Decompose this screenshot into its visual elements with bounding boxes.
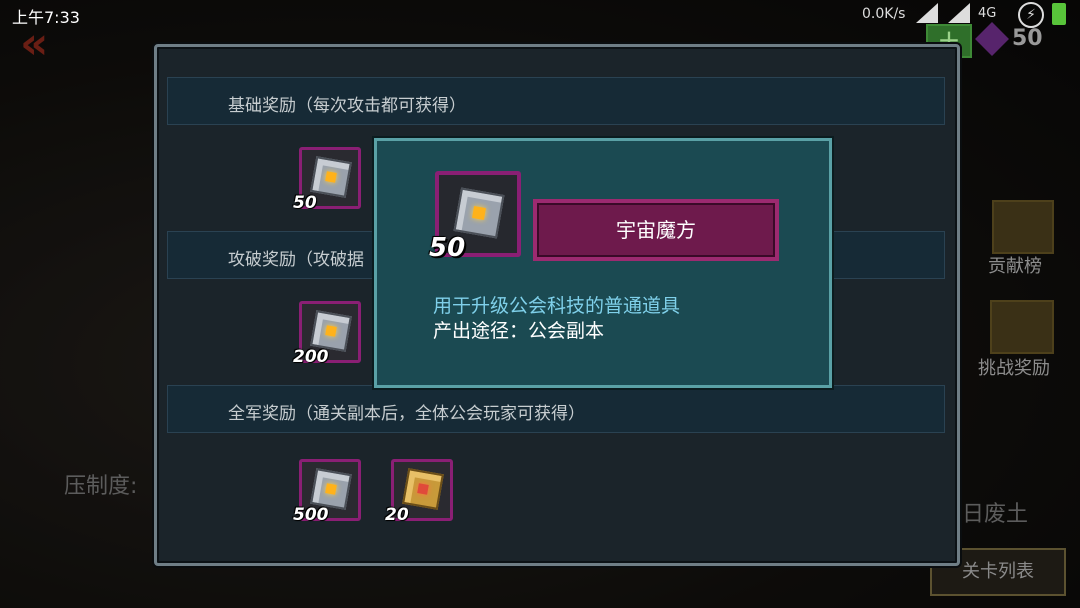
reward-item-cosmic-cube[interactable]: 50 — [293, 147, 361, 213]
status-bar: 上午7:33 0.0K/s 4G ⚡ — [0, 0, 1080, 30]
section-army-reward: 全军奖励（通关副本后，全体公会玩家可获得） — [167, 385, 945, 433]
reward-item-cosmic-cube[interactable]: 500 — [293, 459, 361, 525]
battery-icon — [1052, 3, 1066, 25]
cosmic-cube-icon — [310, 310, 352, 352]
reward-count: 50 — [293, 193, 317, 213]
reward-item-cosmic-cube[interactable]: 200 — [293, 301, 361, 367]
network-speed: 0.0K/s — [862, 6, 906, 22]
gold-cube-icon — [402, 468, 444, 510]
leaderboard-label[interactable]: 贡献榜 — [988, 252, 1042, 278]
item-description: 用于升级公会科技的普通道具 — [433, 295, 681, 317]
leaderboard-icon[interactable] — [992, 200, 1054, 254]
item-name: 宇宙魔方 — [616, 218, 696, 242]
cell-signal-icon — [948, 3, 970, 23]
back-arrow-icon[interactable]: « — [20, 18, 49, 69]
popup-item-count: 50 — [429, 233, 466, 263]
reward-count: 200 — [293, 347, 329, 367]
reward-count: 20 — [385, 505, 409, 525]
reward-count: 500 — [293, 505, 329, 525]
treasure-chest-icon[interactable] — [990, 300, 1054, 354]
challenge-reward-label[interactable]: 挑战奖励 — [978, 354, 1050, 380]
item-source: 产出途径：公会副本 — [433, 320, 605, 342]
reward-item-gold-cube[interactable]: 20 — [385, 459, 453, 525]
wasteland-label: 日废土 — [962, 502, 1029, 527]
section-title: 全军奖励（通关副本后，全体公会玩家可获得） — [228, 404, 585, 424]
wifi-signal-icon — [916, 3, 938, 23]
item-name-plate: 宇宙魔方 — [533, 199, 779, 261]
cosmic-cube-icon — [310, 156, 352, 198]
item-detail-popup[interactable]: 50 宇宙魔方 用于升级公会科技的普通道具 产出途径：公会副本 — [374, 138, 832, 388]
cosmic-cube-icon — [310, 468, 352, 510]
section-title: 攻破奖励（攻破据 — [228, 250, 364, 270]
charging-icon: ⚡ — [1018, 2, 1044, 28]
cosmic-cube-icon — [453, 187, 505, 239]
gem-count: 50 — [1012, 26, 1043, 51]
network-type: 4G — [978, 6, 997, 21]
suppression-label: 压制度: — [64, 474, 138, 499]
section-title: 基础奖励（每次攻击都可获得） — [228, 96, 466, 116]
section-basic-reward: 基础奖励（每次攻击都可获得） — [167, 77, 945, 125]
popup-item-icon: 50 — [429, 171, 521, 263]
